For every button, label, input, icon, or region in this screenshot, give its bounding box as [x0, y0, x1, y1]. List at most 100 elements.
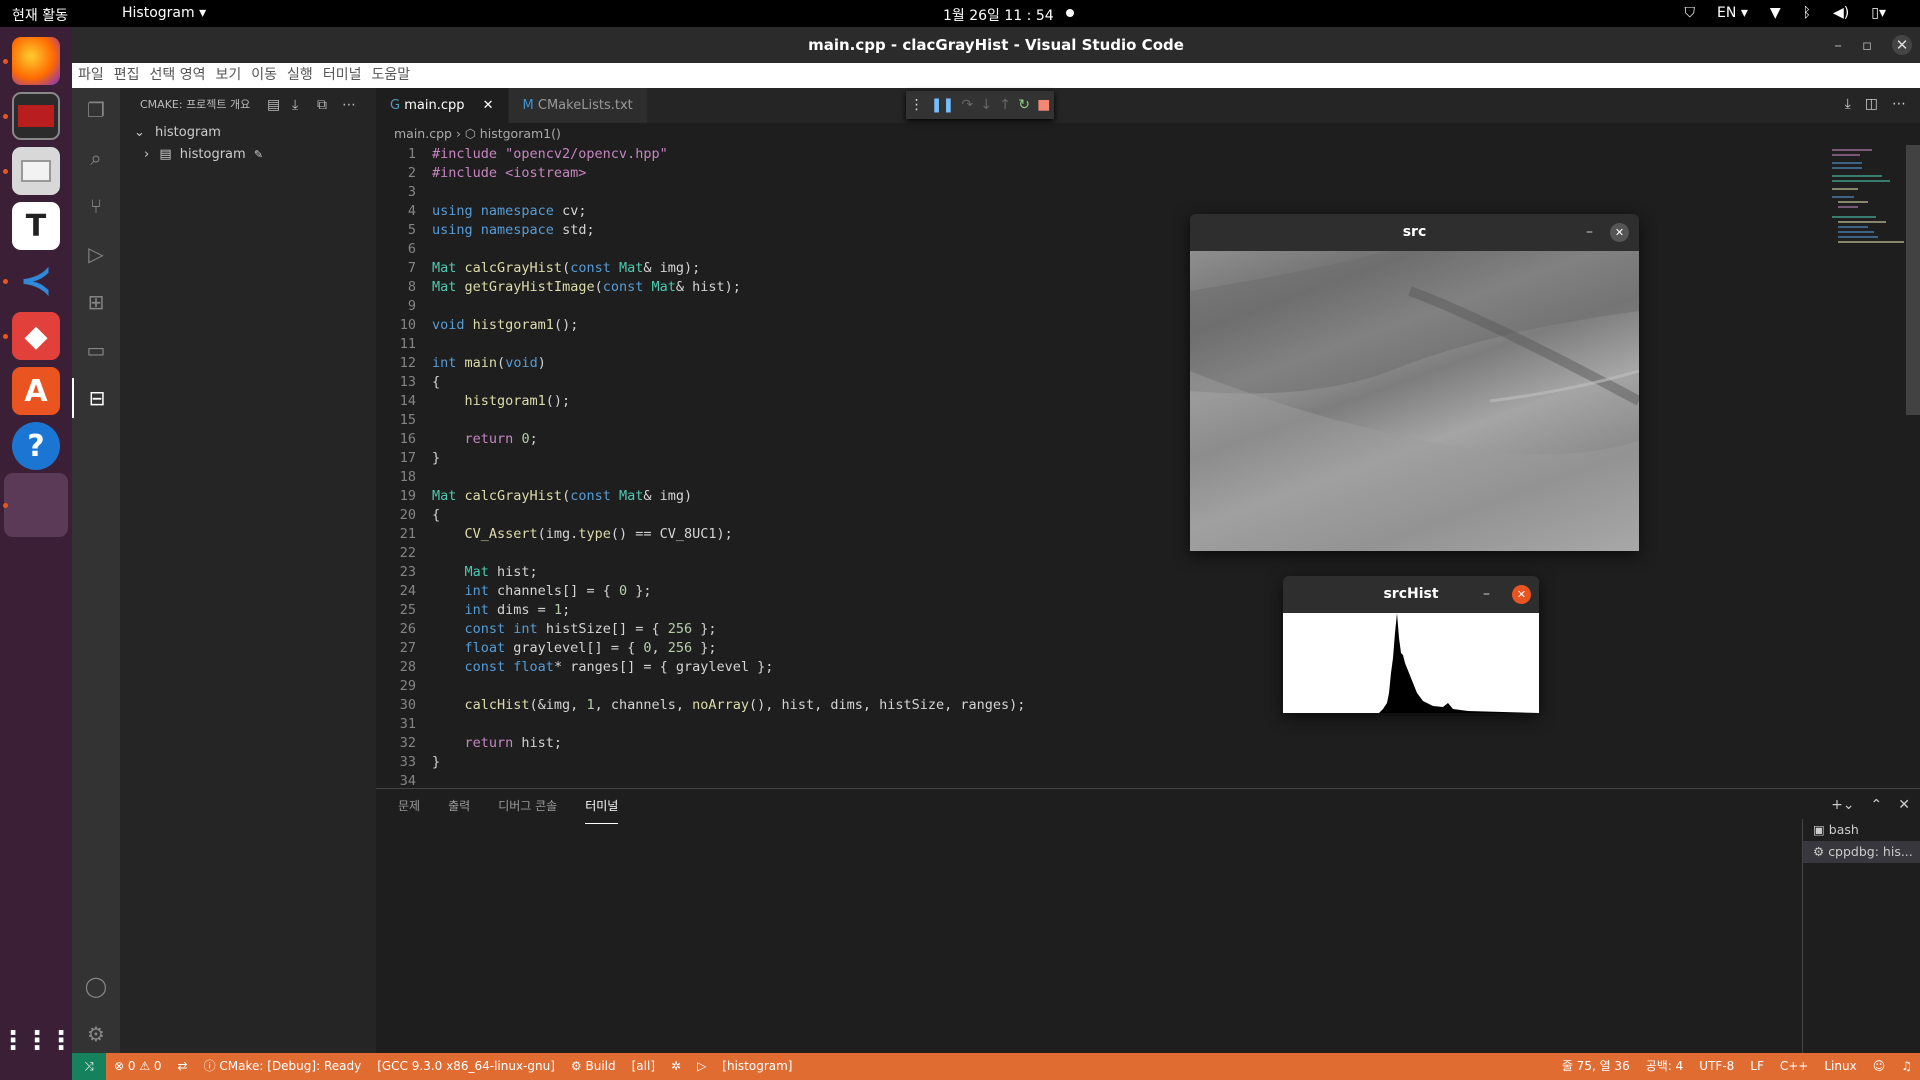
bell-icon[interactable]: ♫ — [1893, 1053, 1920, 1080]
code-line[interactable]: 34 — [376, 772, 1836, 788]
cursor-position[interactable]: 줄 75, 열 36 — [1554, 1053, 1638, 1080]
code-line[interactable]: 23 Mat hist; — [376, 563, 1836, 582]
code-line[interactable]: 31 — [376, 715, 1836, 734]
volume-icon[interactable]: ◀) — [1833, 5, 1849, 21]
srchist-window[interactable]: srcHist – ✕ — [1283, 576, 1539, 713]
indentation[interactable]: 공백: 4 — [1638, 1053, 1692, 1080]
tab-cmakelists[interactable]: M CMakeLists.txt — [508, 88, 648, 123]
pause-icon[interactable]: ❚❚ — [931, 97, 954, 113]
breadcrumb-symbol[interactable]: histgoram1() — [480, 126, 561, 141]
restart-icon[interactable]: ↻ — [1018, 97, 1030, 113]
git-icon[interactable]: ◆ — [12, 312, 60, 360]
tab-problems[interactable]: 문제 — [398, 789, 420, 824]
code-line[interactable]: 26 const int histSize[] = { 256 }; — [376, 620, 1836, 639]
terminal-item[interactable]: ▣ bash — [1803, 819, 1920, 841]
code-line[interactable]: 1 #include "opencv2/opencv.hpp" — [376, 145, 1836, 164]
code-line[interactable]: 3 — [376, 183, 1836, 202]
menu-help[interactable]: 도움말 — [371, 63, 410, 88]
step-over-icon[interactable]: ↷ — [961, 97, 973, 113]
tree-root[interactable]: ⌄ histogram — [120, 122, 376, 144]
language-mode[interactable]: C++ — [1772, 1053, 1817, 1080]
build-target[interactable]: [all] — [624, 1053, 663, 1080]
configure-icon[interactable]: ▤ — [267, 88, 280, 122]
language-indicator[interactable]: EN ▾ — [1717, 5, 1748, 21]
close-icon[interactable]: ✕ — [1512, 585, 1531, 604]
close-panel-icon[interactable]: ✕ — [1898, 797, 1910, 813]
code-line[interactable]: 33} — [376, 753, 1836, 772]
stop-icon[interactable]: ■ — [1037, 97, 1050, 113]
help-icon[interactable]: ? — [12, 422, 60, 470]
cmake-icon[interactable]: ⊟ — [72, 378, 120, 418]
launch-target[interactable]: [histogram] — [714, 1053, 800, 1080]
code-line[interactable]: 2 #include <iostream> — [376, 164, 1836, 183]
wifi-icon[interactable]: ▼ — [1770, 5, 1781, 21]
menu-file[interactable]: 파일 — [78, 63, 104, 88]
tab-main-cpp[interactable]: G main.cpp ✕ — [376, 88, 509, 123]
show-apps-icon[interactable]: ⋮⋮⋮ — [0, 1017, 74, 1065]
code-line[interactable]: 28 const float* ranges[] = { graylevel }… — [376, 658, 1836, 677]
files-icon[interactable] — [12, 147, 60, 195]
gear-icon[interactable]: ⚙ — [82, 1020, 110, 1048]
source-control-icon[interactable]: ⑂ — [82, 192, 110, 220]
code-line[interactable]: 27 float graylevel[] = { 0, 256 }; — [376, 639, 1836, 658]
tab-output[interactable]: 출력 — [448, 789, 470, 824]
tab-debug-console[interactable]: 디버그 콘솔 — [498, 789, 557, 824]
explorer-icon[interactable]: ❐ — [82, 96, 110, 124]
system-tray[interactable]: ⛉ EN ▾ ▼ ᛒ ◀) ▯▾ — [1685, 5, 1886, 21]
battery-icon[interactable]: ▯▾ — [1871, 5, 1886, 21]
remote-explorer-icon[interactable]: ▭ — [82, 336, 110, 364]
collapse-icon[interactable]: ⧉ — [317, 88, 327, 122]
tab-terminal[interactable]: 터미널 — [585, 789, 619, 824]
text-editor-icon[interactable]: T — [12, 202, 60, 250]
menu-go[interactable]: 이동 — [251, 63, 277, 88]
minimap[interactable] — [1828, 145, 1906, 301]
menu-run[interactable]: 실행 — [287, 63, 313, 88]
step-into-icon[interactable]: ↓ — [980, 97, 992, 113]
code-line[interactable]: 24 int channels[] = { 0 }; — [376, 582, 1836, 601]
menu-selection[interactable]: 선택 영역 — [150, 63, 206, 88]
new-terminal-icon[interactable]: +⌄ — [1831, 797, 1854, 813]
compiler-kit[interactable]: [GCC 9.3.0 x86_64-linux-gnu] — [369, 1053, 563, 1080]
minimize-icon[interactable]: – — [1483, 576, 1490, 613]
account-icon[interactable]: ◯ — [82, 972, 110, 1000]
step-out-icon[interactable]: ↑ — [999, 97, 1011, 113]
more-icon[interactable]: ⋯ — [342, 88, 356, 122]
firefox-icon[interactable] — [12, 37, 60, 85]
build-icon[interactable]: ⤓ — [292, 88, 298, 122]
platform[interactable]: Linux — [1816, 1053, 1864, 1080]
active-app-tile[interactable] — [4, 473, 68, 537]
tab-close-icon[interactable]: ✕ — [483, 98, 494, 113]
download-icon[interactable]: ⤓ — [1845, 96, 1851, 112]
terminal-icon[interactable] — [12, 92, 60, 140]
terminal-item[interactable]: ⚙ cppdbg: his... — [1803, 841, 1920, 863]
maximize-panel-icon[interactable]: ⌃ — [1871, 797, 1883, 813]
split-editor-icon[interactable]: ◫ — [1865, 96, 1878, 112]
app-center-icon[interactable]: A — [12, 367, 60, 415]
code-line[interactable]: 30 calcHist(&img, 1, channels, noArray()… — [376, 696, 1836, 715]
maximize-icon[interactable]: ▫ — [1862, 27, 1872, 63]
minimize-icon[interactable]: – — [1834, 27, 1842, 63]
live-share-icon[interactable]: ⇄ — [170, 1053, 196, 1080]
code-line[interactable]: 25 int dims = 1; — [376, 601, 1836, 620]
src-window[interactable]: src – ✕ — [1190, 214, 1642, 551]
cmake-status[interactable]: ⓘ CMake: [Debug]: Ready — [196, 1053, 370, 1080]
more-actions-icon[interactable]: ⋯ — [1892, 96, 1906, 112]
extensions-icon[interactable]: ⊞ — [82, 288, 110, 316]
menu-edit[interactable]: 편집 — [114, 63, 140, 88]
build-button[interactable]: ⚙ Build — [563, 1053, 624, 1080]
clock[interactable]: 1월 26일 11 : 54 — [943, 5, 1054, 25]
breadcrumb-file[interactable]: main.cpp — [394, 126, 452, 141]
drag-handle-icon[interactable]: ⋮ — [910, 97, 924, 113]
run-icon[interactable]: ▷ — [689, 1053, 714, 1080]
editor-scrollbar[interactable] — [1906, 145, 1920, 415]
vscode-icon[interactable]: ≺ — [12, 257, 60, 305]
shield-icon[interactable]: ⛉ — [1685, 5, 1696, 21]
close-icon[interactable]: ✕ — [1610, 223, 1629, 242]
encoding[interactable]: UTF-8 — [1691, 1053, 1742, 1080]
app-menu[interactable]: Histogram ▾ — [122, 5, 206, 21]
run-debug-icon[interactable]: ▷ — [82, 240, 110, 268]
remote-icon[interactable]: ⤨ — [72, 1053, 106, 1080]
menu-view[interactable]: 보기 — [216, 63, 242, 88]
tree-item[interactable]: › ▤ histogram ✎ — [120, 144, 376, 166]
activities-button[interactable]: 현재 활동 — [12, 5, 68, 25]
